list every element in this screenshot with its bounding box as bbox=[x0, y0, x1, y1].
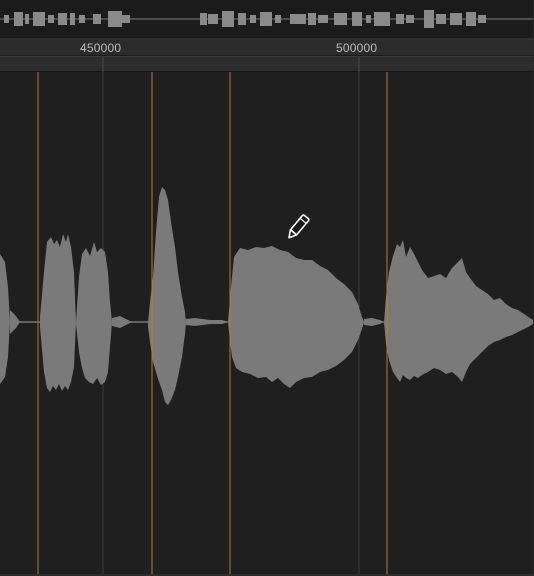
ruler-marker-label: 450000 bbox=[80, 41, 122, 55]
ruler-marker-label: 500000 bbox=[336, 41, 378, 55]
timeline-ruler[interactable]: 450000 500000 bbox=[0, 39, 533, 56]
waveform-display[interactable] bbox=[0, 72, 533, 574]
ruler-ticks bbox=[102, 57, 360, 73]
sample-editor: 450000 500000 bbox=[0, 0, 534, 576]
marker-lane[interactable] bbox=[0, 56, 533, 73]
waveform-canvas bbox=[0, 72, 533, 574]
waveform-shapes bbox=[0, 187, 533, 405]
waveform-overview[interactable] bbox=[0, 0, 533, 39]
pencil-icon bbox=[284, 212, 312, 242]
overview-waveform bbox=[0, 10, 533, 28]
